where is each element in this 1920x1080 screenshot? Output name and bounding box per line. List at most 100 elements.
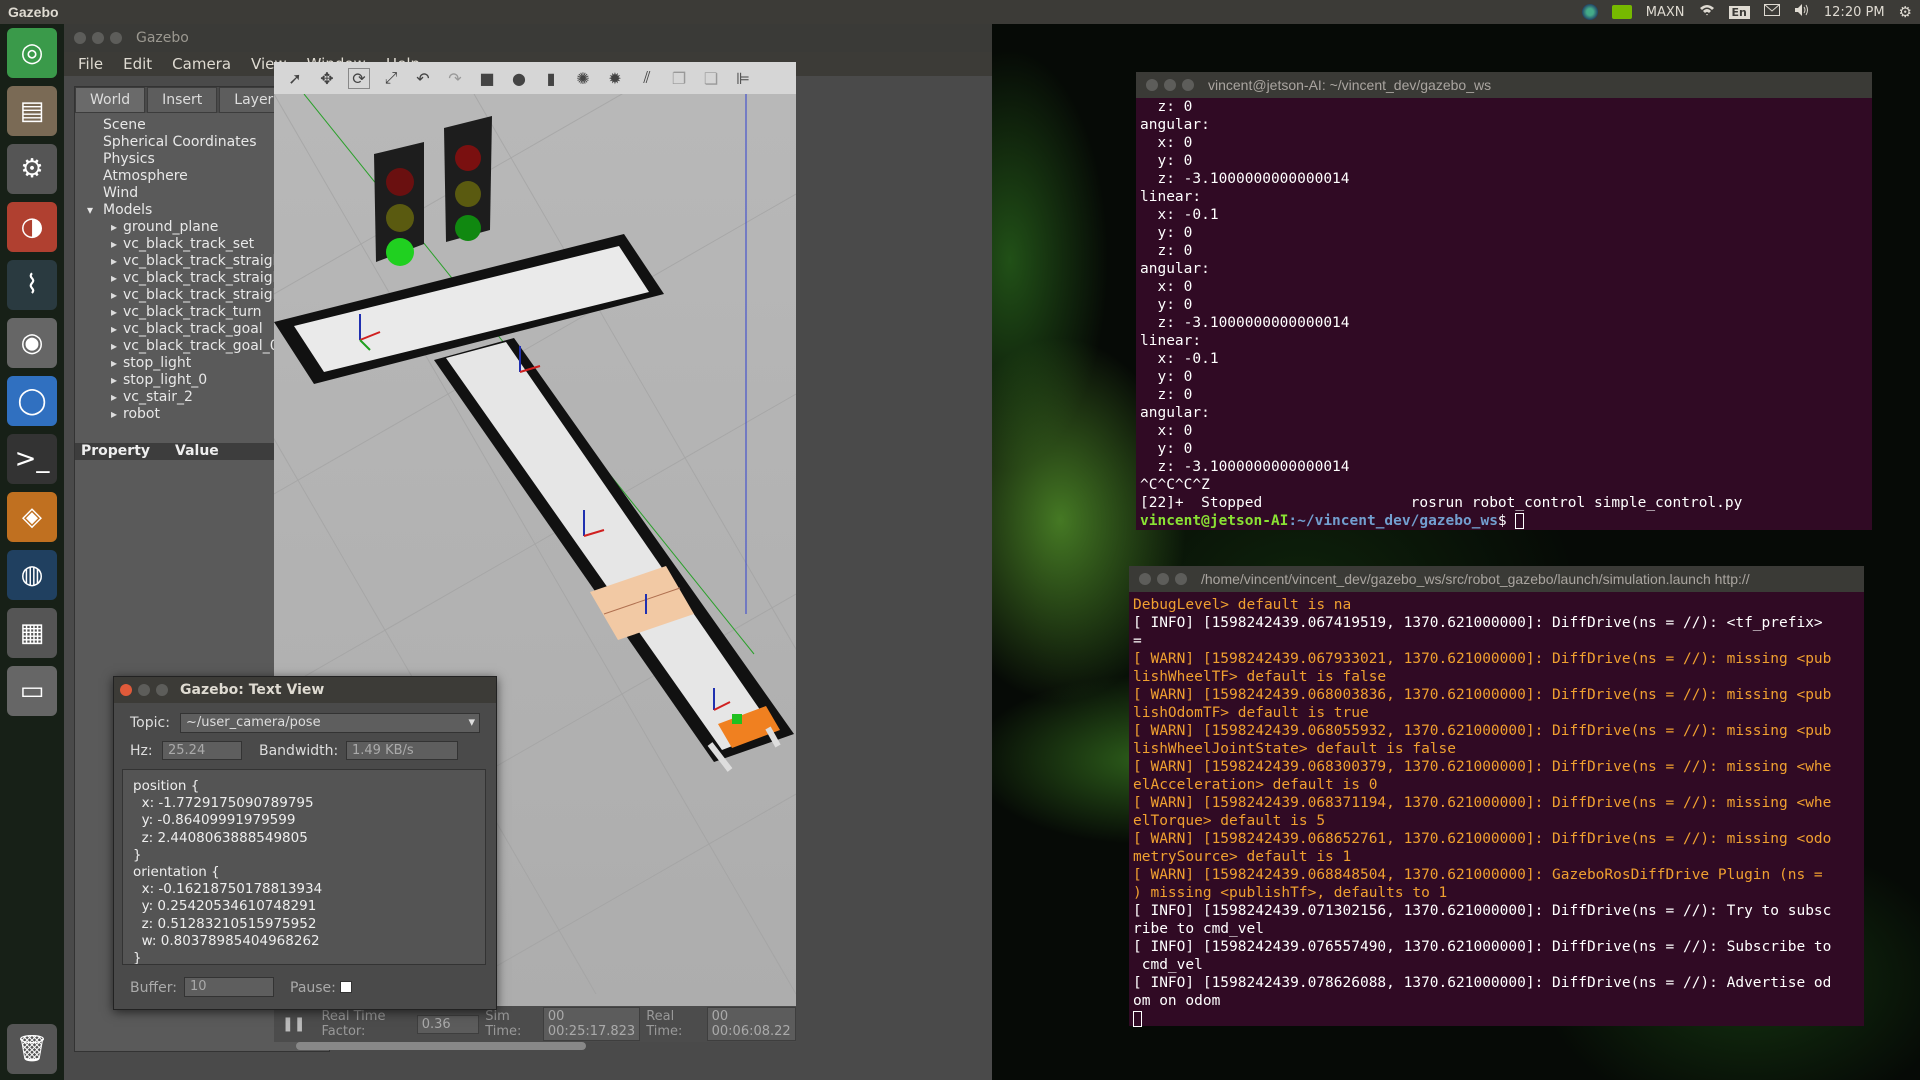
- system-settings-icon[interactable]: ⚙: [7, 144, 57, 194]
- close-icon[interactable]: [1139, 573, 1151, 585]
- scale-icon[interactable]: ⤢: [380, 68, 402, 88]
- terminal-line: [22]+ Stopped rosrun robot_control simpl…: [1140, 495, 1743, 511]
- mail-icon[interactable]: [1763, 4, 1780, 20]
- paste-icon[interactable]: ❏: [700, 69, 722, 88]
- volume-icon[interactable]: [1794, 3, 1810, 21]
- terminal-2-output[interactable]: DebugLevel> default is na [ INFO] [159824…: [1129, 592, 1864, 1010]
- close-icon[interactable]: [1146, 79, 1158, 91]
- menu-file[interactable]: File: [78, 55, 103, 73]
- buffer-spinbox[interactable]: 10: [184, 977, 274, 997]
- sim-time-label: Sim Time:: [485, 1009, 522, 1039]
- terminal-line: cmd_vel: [1133, 957, 1203, 973]
- terminal-2-prompt[interactable]: [1129, 1010, 1864, 1028]
- wifi-icon[interactable]: [1699, 3, 1715, 21]
- sphere-shape-icon[interactable]: ●: [508, 69, 530, 88]
- message-line: x: -0.16218750178813934: [133, 881, 323, 898]
- maximize-icon[interactable]: [1182, 79, 1194, 91]
- chrome-indicator-icon[interactable]: [1581, 4, 1598, 20]
- terminal-window-2: /home/vincent/vincent_dev/gazebo_ws/src/…: [1129, 566, 1864, 1028]
- terminal-line: ) missing <publishTf>, defaults to 1: [1133, 885, 1448, 901]
- terminal-line: ^C^C^C^Z: [1140, 477, 1210, 493]
- chromium-blue-icon[interactable]: ◯: [7, 376, 57, 426]
- terminal-line: z: -3.1000000000000014: [1140, 315, 1350, 331]
- power-mode-label[interactable]: MAXN: [1646, 5, 1685, 20]
- chromium-icon[interactable]: ◑: [7, 202, 57, 252]
- minimize-icon[interactable]: [138, 684, 150, 696]
- minimize-icon[interactable]: [1164, 79, 1176, 91]
- pause-checkbox[interactable]: [340, 981, 352, 993]
- terminal-line: linear:: [1140, 333, 1202, 349]
- tab-insert[interactable]: Insert: [147, 87, 218, 113]
- spot-light-icon[interactable]: ✹: [604, 69, 626, 88]
- align-icon[interactable]: ⊫: [732, 69, 754, 88]
- pause-icon[interactable]: ❚❚: [282, 1016, 305, 1032]
- minimize-icon[interactable]: [92, 32, 104, 44]
- prompt-user: vincent@jetson-AI: [1140, 513, 1289, 529]
- globe-icon[interactable]: ◍: [7, 550, 57, 600]
- terminal-line: x: -0.1: [1140, 351, 1219, 367]
- minimize-icon[interactable]: [1157, 573, 1169, 585]
- terminal-line: z: 0: [1140, 243, 1193, 259]
- text-view-title-bar[interactable]: Gazebo: Text View: [114, 677, 496, 703]
- terminal-window-1: vincent@jetson-AI: ~/vincent_dev/gazebo_…: [1136, 72, 1872, 530]
- system-monitor-icon[interactable]: ⌇: [7, 260, 57, 310]
- nvidia-icon[interactable]: [1611, 5, 1632, 19]
- terminal-1-output[interactable]: z: 0 angular: x: 0 y: 0 z: -3.10000000000…: [1136, 98, 1872, 512]
- maximize-icon[interactable]: [1175, 573, 1187, 585]
- terminal-line: elAcceleration> default is 0: [1133, 777, 1378, 793]
- undo-icon[interactable]: ↶: [412, 69, 434, 88]
- terminal-line: [ WARN] [1598242439.068055932, 1370.6210…: [1133, 723, 1832, 739]
- pause-label: Pause:: [290, 980, 336, 996]
- topic-select[interactable]: ~/user_camera/pose ▾: [180, 713, 480, 733]
- real-time-value: 00 00:06:08.22: [706, 1007, 797, 1041]
- terminal-line: lishOdomTF> default is true: [1133, 705, 1369, 721]
- directional-light-icon[interactable]: ⫽: [636, 68, 658, 88]
- real-time-factor-value: 0.36: [416, 1014, 480, 1034]
- gear-icon[interactable]: ⚙: [1899, 3, 1912, 21]
- status-scrollbar[interactable]: [296, 1042, 586, 1050]
- translate-icon[interactable]: ✥: [316, 69, 338, 88]
- prompt-end: $: [1497, 513, 1516, 529]
- drive-icon[interactable]: ▭: [7, 666, 57, 716]
- box-shape-icon[interactable]: ■: [476, 69, 498, 88]
- menu-camera[interactable]: Camera: [172, 55, 231, 73]
- copy-icon[interactable]: ❐: [668, 69, 690, 88]
- menu-edit[interactable]: Edit: [123, 55, 152, 73]
- close-icon[interactable]: [120, 684, 132, 696]
- maximize-icon[interactable]: [156, 684, 168, 696]
- tab-world[interactable]: World: [75, 87, 146, 113]
- gazebo-title-bar[interactable]: Gazebo: [64, 24, 992, 52]
- terminal-line: metrySource> default is 1: [1133, 849, 1352, 865]
- terminal-icon[interactable]: >_: [7, 434, 57, 484]
- terminal-line: z: -3.1000000000000014: [1140, 171, 1350, 187]
- point-light-icon[interactable]: ✺: [572, 69, 594, 88]
- terminal-line: om on odom: [1133, 993, 1221, 1009]
- trash-icon[interactable]: 🗑: [7, 1024, 57, 1074]
- terminal-1-prompt[interactable]: vincent@jetson-AI:~/vincent_dev/gazebo_w…: [1136, 512, 1872, 530]
- select-arrow-icon[interactable]: ➚: [284, 69, 306, 88]
- terminal-line: =: [1133, 633, 1142, 649]
- chevron-down-icon: ▾: [468, 715, 475, 730]
- cylinder-shape-icon[interactable]: ▮: [540, 69, 562, 88]
- screenshot-icon[interactable]: ◉: [7, 318, 57, 368]
- rotate-icon[interactable]: ⟳: [348, 67, 370, 89]
- message-text-area[interactable]: position { x: -1.7729175090789795 y: -0.…: [122, 769, 486, 965]
- files-icon[interactable]: ▤: [7, 86, 57, 136]
- status-bar: ❚❚ Real Time Factor: 0.36 Sim Time: 00 0…: [274, 1006, 797, 1042]
- close-icon[interactable]: [74, 32, 86, 44]
- property-column-header: Property: [81, 443, 151, 459]
- message-line: w: 0.80378985404968262: [133, 932, 320, 949]
- terminal-2-title-bar[interactable]: /home/vincent/vincent_dev/gazebo_ws/src/…: [1129, 566, 1864, 592]
- calculator-icon[interactable]: ▦: [7, 608, 57, 658]
- dialog-title: Gazebo: Text View: [180, 682, 325, 698]
- terminal-1-title-bar[interactable]: vincent@jetson-AI: ~/vincent_dev/gazebo_…: [1136, 72, 1872, 98]
- value-column-header: Value: [175, 443, 219, 459]
- redo-icon[interactable]: ↷: [444, 69, 466, 88]
- maximize-icon[interactable]: [110, 32, 122, 44]
- terminal-line: z: 0: [1140, 99, 1193, 115]
- ubuntu-dash-icon[interactable]: ◎: [7, 28, 57, 78]
- gazebo-icon[interactable]: ◈: [7, 492, 57, 542]
- keyboard-layout-indicator[interactable]: En: [1728, 5, 1750, 19]
- terminal-line: y: 0: [1140, 225, 1193, 241]
- clock[interactable]: 12:20 PM: [1824, 5, 1885, 20]
